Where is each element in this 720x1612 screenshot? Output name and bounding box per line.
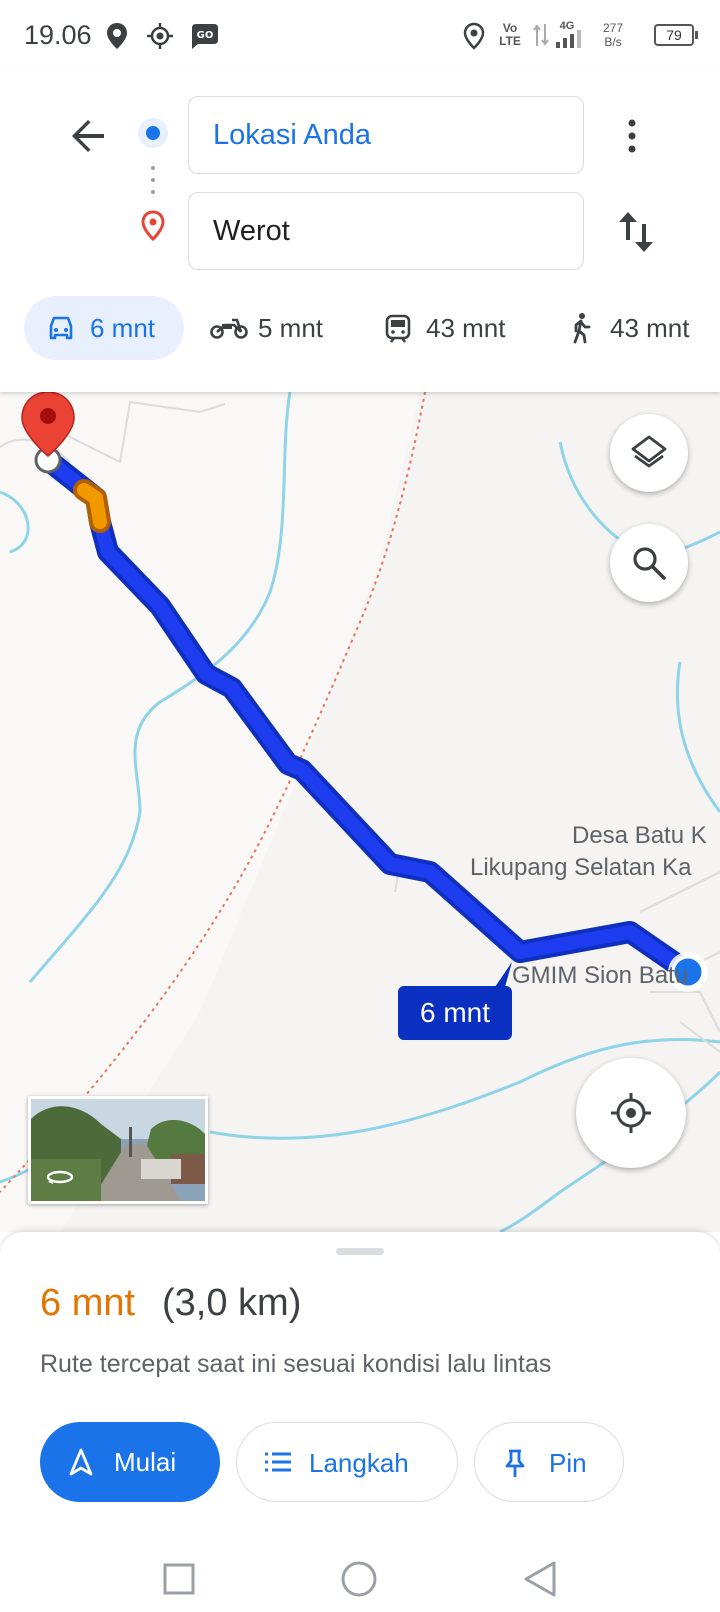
pin-button[interactable]: Pin — [474, 1422, 624, 1502]
my-location-icon — [611, 1093, 651, 1133]
tab-transit[interactable]: 43 mnt — [372, 296, 532, 360]
signal-icon — [556, 30, 590, 53]
map-label-likupang: Likupang Selatan Ka — [470, 854, 692, 881]
route-connector-dots — [151, 166, 155, 202]
more-options-button[interactable] — [614, 114, 650, 158]
map-layers-button[interactable] — [610, 414, 688, 492]
gps-icon — [146, 22, 174, 55]
street-view-thumbnail[interactable] — [28, 1096, 208, 1204]
volte-bottom: LTE — [499, 34, 521, 48]
layers-icon — [631, 435, 667, 468]
route-eta-badge[interactable]: 6 mnt — [398, 986, 512, 1040]
volte-top: Vo — [502, 21, 518, 35]
status-bar: 19.06 GO Vo LTE 4G 277 B/s 79 — [0, 0, 720, 72]
navigation-arrow-icon — [69, 1448, 93, 1476]
back-button[interactable] — [64, 112, 112, 160]
route-description: Rute tercepat saat ini sesuai kondisi la… — [40, 1350, 552, 1378]
origin-field[interactable]: Lokasi Anda — [188, 96, 584, 174]
status-time: 19.06 — [24, 20, 92, 50]
gojek-icon: GO — [188, 22, 220, 55]
back-nav-icon[interactable] — [522, 1560, 558, 1598]
swap-vert-icon — [619, 212, 653, 252]
tab-walking-label: 43 mnt — [610, 313, 690, 343]
drag-handle[interactable] — [336, 1248, 384, 1255]
data-arrows-icon — [532, 22, 550, 53]
tab-driving-label: 6 mnt — [90, 313, 156, 343]
net-speed-value: 277 — [602, 21, 624, 35]
recent-apps-icon[interactable] — [162, 1562, 196, 1596]
steps-label: Langkah — [309, 1448, 409, 1478]
origin-dot-icon — [138, 118, 168, 148]
back-arrow-icon — [72, 120, 104, 152]
svg-text:GO: GO — [197, 30, 214, 41]
start-button[interactable]: Mulai — [40, 1422, 220, 1502]
360-rotate-icon — [46, 1170, 74, 1184]
map-view[interactable]: Desa Batu K Likupang Selatan Ka GMIM Sio… — [0, 392, 720, 1232]
route-distance: (3,0 km) — [162, 1282, 302, 1324]
car-icon — [49, 316, 73, 340]
train-icon — [385, 314, 411, 343]
pin-icon — [505, 1449, 525, 1477]
route-duration: 6 mnt — [40, 1282, 136, 1324]
start-label: Mulai — [114, 1447, 177, 1477]
swap-button[interactable] — [614, 208, 658, 256]
net-speed-unit: B/s — [604, 35, 622, 49]
tab-walking[interactable]: 43 mnt — [560, 296, 720, 360]
tab-driving[interactable]: 6 mnt — [24, 296, 184, 360]
map-search-button[interactable] — [610, 524, 688, 602]
map-label-gmim: GMIM Sion Batu — [512, 962, 689, 989]
route-summary-sheet[interactable]: 6 mnt (3,0 km) Rute tercepat saat ini se… — [0, 1232, 720, 1542]
walking-icon — [573, 313, 591, 344]
pin-label: Pin — [549, 1448, 587, 1478]
map-label-desa: Desa Batu K — [572, 822, 707, 849]
tab-transit-label: 43 mnt — [426, 313, 506, 343]
destination-pin-icon — [140, 210, 166, 247]
location-pin-icon — [104, 22, 130, 55]
travel-mode-tabs: 6 mnt 5 mnt 43 mnt 43 mnt — [0, 296, 720, 360]
list-icon — [265, 1452, 291, 1472]
location-outline-icon — [462, 22, 486, 55]
system-nav-bar — [0, 1542, 720, 1612]
battery-indicator: 79 — [654, 24, 698, 46]
destination-field[interactable]: Werot — [188, 192, 584, 270]
tab-motorcycle[interactable]: 5 mnt — [200, 296, 350, 360]
motorcycle-icon — [210, 318, 248, 339]
home-icon[interactable] — [340, 1560, 378, 1598]
tab-motorcycle-label: 5 mnt — [258, 313, 324, 343]
directions-header: Lokasi Anda Werot 6 mnt 5 mnt 43 mnt 43 … — [0, 72, 720, 392]
search-icon — [633, 547, 666, 580]
more-vert-icon — [628, 119, 636, 153]
my-location-button[interactable] — [576, 1058, 686, 1168]
steps-button[interactable]: Langkah — [236, 1422, 458, 1502]
